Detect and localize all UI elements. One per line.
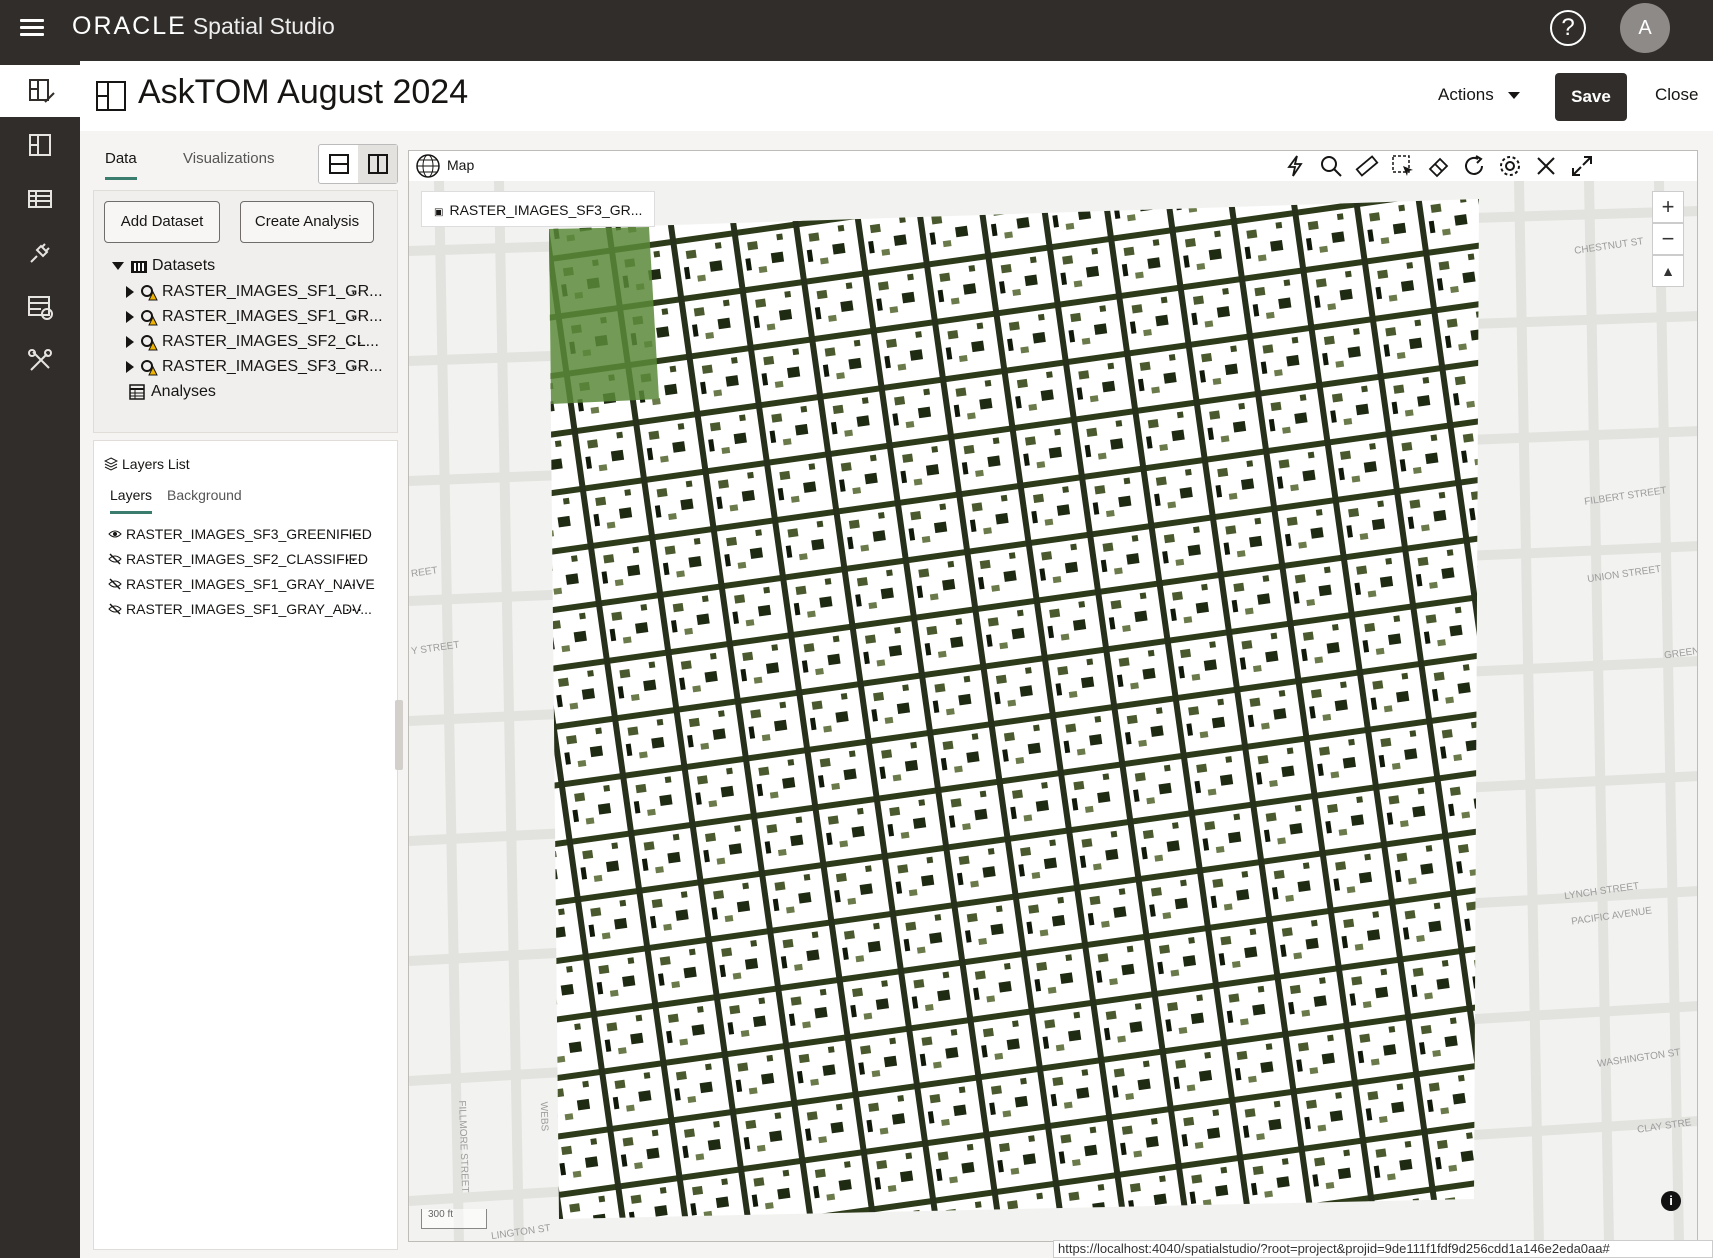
info-icon[interactable]: i xyxy=(1661,1191,1681,1211)
layer-more-icon[interactable]: ... xyxy=(345,571,363,589)
eye-hidden-icon[interactable] xyxy=(108,602,122,616)
actions-label: Actions xyxy=(1438,85,1494,104)
tab-background[interactable]: Background xyxy=(167,487,242,513)
tab-layers[interactable]: Layers xyxy=(110,487,153,514)
expand-icon[interactable] xyxy=(126,361,134,373)
layer-item[interactable]: RASTER_IMAGES_SF2_CLASSIFIED xyxy=(108,548,368,570)
map-title: Map xyxy=(447,157,475,173)
ruler-icon[interactable] xyxy=(1355,154,1379,178)
raster-small-icon: ▣ xyxy=(434,207,444,218)
zoom-in-button[interactable]: + xyxy=(1652,191,1684,223)
dataset-more-icon[interactable]: ... xyxy=(345,304,363,322)
layout-stacked-icon[interactable] xyxy=(319,145,358,183)
layer-more-icon[interactable]: ... xyxy=(345,596,363,614)
page-title: AskTOM August 2024 xyxy=(138,73,469,111)
book-icon xyxy=(131,261,147,273)
collapse-icon[interactable] xyxy=(112,262,124,270)
raster-image-layer[interactable] xyxy=(539,199,1479,1219)
project-header: AskTOM August 2024 Actions Save Close xyxy=(80,61,1713,131)
rail-tools-icon[interactable] xyxy=(0,335,80,387)
chevron-down-icon xyxy=(1507,92,1520,100)
raster-warning-icon xyxy=(140,283,158,301)
globe-icon xyxy=(416,154,440,178)
layout-toggle xyxy=(318,144,398,184)
brand-logo: ORACLE Spatial Studio xyxy=(72,12,335,41)
left-nav-rail xyxy=(0,61,80,1258)
project-layout-icon xyxy=(96,81,126,111)
refresh-icon[interactable] xyxy=(1462,154,1486,178)
eye-icon[interactable] xyxy=(108,527,122,541)
dataset-more-icon[interactable]: ... xyxy=(345,279,363,297)
panel-tabs: Data Visualizations xyxy=(93,150,303,190)
panel-splitter[interactable] xyxy=(395,700,403,770)
layer-item[interactable]: RASTER_IMAGES_SF1_GRAY_ADV... xyxy=(108,598,372,620)
tab-visualizations[interactable]: Visualizations xyxy=(183,150,274,177)
brand-product: Spatial Studio xyxy=(192,13,335,39)
search-icon[interactable] xyxy=(1319,154,1343,178)
table-icon xyxy=(129,384,145,400)
layer-item[interactable]: RASTER_IMAGES_SF3_GREENIFIED xyxy=(108,523,372,545)
expand-icon[interactable] xyxy=(126,286,134,298)
datasets-label: Datasets xyxy=(152,257,216,274)
eye-hidden-icon[interactable] xyxy=(108,577,122,591)
tab-data[interactable]: Data xyxy=(105,150,137,180)
active-layer-name: RASTER_IMAGES_SF3_GR... xyxy=(449,202,643,218)
data-panel: Data Visualizations Add Dataset Create A… xyxy=(93,140,398,1250)
rail-connection-icon[interactable] xyxy=(0,227,80,279)
create-analysis-button[interactable]: Create Analysis xyxy=(240,201,374,243)
map-frame: CHESTNUT ST FILBERT STREET UNION STREET … xyxy=(408,150,1698,1242)
lightning-icon[interactable] xyxy=(1283,154,1307,178)
expand-icon[interactable] xyxy=(126,336,134,348)
status-url: https://localhost:4040/spatialstudio/?ro… xyxy=(1053,1240,1713,1258)
layout-side-by-side-icon[interactable] xyxy=(358,145,397,183)
layers-list-header: Layers List xyxy=(104,453,190,475)
layer-name: RASTER_IMAGES_SF3_GREENIFIED xyxy=(126,526,372,542)
select-box-icon[interactable] xyxy=(1391,154,1415,178)
layer-more-icon[interactable]: ... xyxy=(345,546,363,564)
rail-jobs-icon[interactable] xyxy=(0,281,80,333)
rail-projects-icon[interactable] xyxy=(0,65,80,117)
layer-name: RASTER_IMAGES_SF1_GRAY_NAIVE xyxy=(126,576,375,592)
close-icon[interactable] xyxy=(1534,154,1558,178)
help-icon[interactable]: ? xyxy=(1550,10,1586,46)
eye-hidden-icon[interactable] xyxy=(108,552,122,566)
datasets-folder[interactable]: Datasets xyxy=(112,255,215,277)
dataset-item[interactable]: RASTER_IMAGES_SF2_CL... xyxy=(126,331,379,353)
actions-menu-button[interactable]: Actions xyxy=(1438,85,1520,105)
rail-layout-icon[interactable] xyxy=(0,119,80,171)
eraser-icon[interactable] xyxy=(1427,154,1451,178)
layers-icon xyxy=(104,457,118,471)
save-button[interactable]: Save xyxy=(1555,73,1627,121)
scale-bar: 300 ft xyxy=(421,1209,487,1229)
analyses-folder[interactable]: Analyses xyxy=(129,381,216,403)
expand-icon[interactable] xyxy=(1570,154,1594,178)
layer-item[interactable]: RASTER_IMAGES_SF1_GRAY_NAIVE xyxy=(108,573,375,595)
layers-list-label: Layers List xyxy=(122,456,190,472)
layer-name: RASTER_IMAGES_SF2_CLASSIFIED xyxy=(126,551,368,567)
layer-more-icon[interactable]: ... xyxy=(345,521,363,539)
layers-list-box: Layers List Layers Background RASTER_IMA… xyxy=(93,440,398,1250)
datasets-box: Add Dataset Create Analysis Datasets RAS… xyxy=(93,190,398,433)
expand-icon[interactable] xyxy=(126,311,134,323)
avatar[interactable]: A xyxy=(1620,3,1670,53)
map-toolbar: Map xyxy=(409,151,1697,181)
active-layer-chip[interactable]: ▣ RASTER_IMAGES_SF3_GR... xyxy=(421,191,656,227)
raster-warning-icon xyxy=(140,358,158,376)
dataset-more-icon[interactable]: ... xyxy=(345,354,363,372)
zoom-out-button[interactable]: − xyxy=(1652,223,1684,255)
dataset-more-icon[interactable]: ... xyxy=(345,329,363,347)
layer-name: RASTER_IMAGES_SF1_GRAY_ADV... xyxy=(126,601,372,617)
hamburger-menu-icon[interactable] xyxy=(20,16,44,38)
compass-icon[interactable]: ▲ xyxy=(1652,255,1684,287)
gear-icon[interactable] xyxy=(1498,154,1522,178)
top-bar: ORACLE Spatial Studio ? A xyxy=(0,0,1713,61)
rail-table-icon[interactable] xyxy=(0,173,80,225)
brand-oracle: ORACLE xyxy=(72,12,187,40)
raster-warning-icon xyxy=(140,333,158,351)
analyses-label: Analyses xyxy=(151,383,216,400)
add-dataset-button[interactable]: Add Dataset xyxy=(104,201,220,243)
close-button[interactable]: Close xyxy=(1655,85,1698,105)
raster-warning-icon xyxy=(140,308,158,326)
